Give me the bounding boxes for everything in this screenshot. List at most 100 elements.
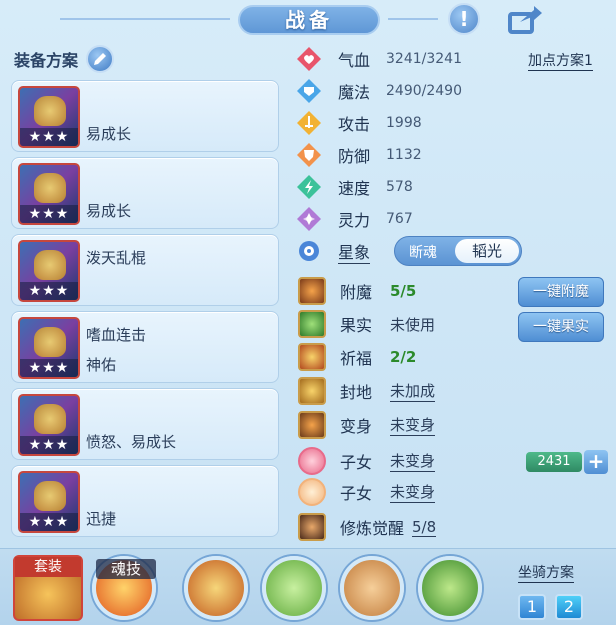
equipment-plan-card[interactable]: ★★★ 迅捷 — [11, 465, 279, 537]
toggle-option-duanhun[interactable]: 断魂 — [409, 242, 437, 262]
add-child-hp-button[interactable]: + — [584, 450, 608, 474]
stat-value: 578 — [386, 179, 413, 195]
star-rating: ★★★ — [20, 282, 78, 300]
status-row-enchant: 附魔 5/5 — [298, 276, 416, 306]
status-value[interactable]: 未加成 — [390, 380, 436, 402]
blessing-icon — [298, 343, 326, 371]
transform-icon — [298, 411, 326, 439]
sword-icon — [296, 110, 322, 136]
status-label: 果实 — [340, 316, 373, 335]
child-icon — [298, 478, 326, 506]
stat-label: 防御 — [338, 147, 371, 166]
plan-skill-text: 神佑 — [86, 356, 117, 374]
stat-row-defense: 防御 1132 — [296, 140, 616, 170]
equipment-plan-header: 装备方案 — [14, 44, 115, 74]
equipment-plan-card[interactable]: ★★★ 嗜血连击 神佑 — [11, 311, 279, 383]
armor-icon — [296, 142, 322, 168]
enchant-icon — [298, 277, 326, 305]
xingxiang-toggle[interactable]: 断魂 韬光 — [394, 236, 522, 266]
territory-icon — [298, 377, 326, 405]
status-label: 修炼觉醒 — [340, 519, 405, 538]
stat-label: 灵力 — [338, 211, 371, 230]
status-value: 未使用 — [390, 315, 436, 334]
equipment-plan-card[interactable]: ★★★ 愤怒、易成长 — [11, 388, 279, 460]
plan-skill-text: 愤怒、易成长 — [86, 433, 177, 451]
star-rating: ★★★ — [20, 128, 78, 146]
plan-skill-text: 泼天乱棍 — [86, 249, 147, 267]
status-value: 2/2 — [390, 348, 417, 366]
fruit-icon — [298, 310, 326, 338]
equipment-plan-card[interactable]: ★★★ 易成长 — [11, 157, 279, 229]
skill-slot-1[interactable] — [184, 556, 248, 620]
status-label: 变身 — [340, 417, 373, 436]
equipment-plan-card[interactable]: ★★★ 易成长 — [11, 80, 279, 152]
status-value[interactable]: 5/8 — [412, 518, 437, 537]
equipment-gem-icon — [34, 404, 66, 434]
status-label: 子女 — [340, 453, 373, 472]
equipment-plan-avatar: ★★★ — [18, 471, 80, 533]
equipment-plan-list: ★★★ 易成长 ★★★ 易成长 ★★★ 泼天乱棍 ★★★ 嗜血连击 神佑 ★★★… — [11, 80, 279, 542]
plan-skill-text: 迅捷 — [86, 510, 117, 528]
stat-row-speed: 速度 578 — [296, 172, 616, 202]
equipment-plan-avatar: ★★★ — [18, 163, 80, 225]
one-click-enchant-button[interactable]: 一键附魔 — [518, 277, 604, 307]
status-row-blessing: 祈福 2/2 — [298, 342, 416, 372]
plan-skill-text: 易成长 — [86, 125, 132, 143]
equipment-gem-icon — [34, 173, 66, 203]
stat-label: 魔法 — [338, 83, 371, 102]
equipment-plan-title: 装备方案 — [14, 51, 79, 70]
share-button[interactable] — [506, 4, 544, 36]
xingxiang-label[interactable]: 星象 — [338, 239, 371, 264]
plan-skill-text: 嗜血连击 — [86, 326, 147, 344]
stat-label: 气血 — [338, 51, 371, 70]
equipment-plan-card[interactable]: ★★★ 泼天乱棍 — [11, 234, 279, 306]
skill-slot-4[interactable] — [418, 556, 482, 620]
status-value: 5/5 — [390, 282, 417, 300]
equipment-gem-icon — [34, 481, 66, 511]
status-row-child-2: 子女 未变身 — [298, 477, 436, 507]
equipment-plan-avatar: ★★★ — [18, 317, 80, 379]
plan-skill-text: 易成长 — [86, 202, 132, 220]
one-click-fruit-button[interactable]: 一键果实 — [518, 312, 604, 342]
equipment-plan-avatar: ★★★ — [18, 394, 80, 456]
edit-plan-button[interactable] — [86, 45, 115, 73]
stat-value: 3241/3241 — [386, 51, 462, 67]
skill-slot-3[interactable] — [340, 556, 404, 620]
toggle-option-taoguang[interactable]: 韬光 — [455, 239, 519, 263]
status-value[interactable]: 未变身 — [390, 450, 436, 472]
status-row-child-1: 子女 未变身 — [298, 446, 436, 476]
equipment-plan-avatar: ★★★ — [18, 86, 80, 148]
shield-mana-icon — [296, 78, 322, 104]
status-row-territory: 封地 未加成 — [298, 376, 436, 406]
status-value[interactable]: 未变身 — [390, 481, 436, 503]
stat-row-attack: 攻击 1998 — [296, 108, 616, 138]
status-label: 附魔 — [340, 283, 373, 302]
mount-plan-1-button[interactable]: 1 — [518, 594, 546, 620]
page-title: 战备 — [238, 5, 380, 35]
help-button[interactable]: ! — [448, 3, 480, 35]
heart-icon — [296, 46, 322, 72]
stat-value: 1132 — [386, 147, 422, 163]
stat-row-spirit: 灵力 767 — [296, 204, 616, 234]
equipment-gem-icon — [34, 96, 66, 126]
equipment-gem-icon — [34, 250, 66, 280]
title-decoration-right — [388, 18, 438, 20]
status-row-transform: 变身 未变身 — [298, 410, 436, 440]
star-rating: ★★★ — [20, 436, 78, 454]
mount-plan-title: 坐骑方案 — [518, 562, 574, 583]
star-rating: ★★★ — [20, 205, 78, 223]
stat-row-hp: 气血 3241/3241 — [296, 44, 616, 74]
cultivation-icon — [298, 513, 326, 541]
status-value[interactable]: 未变身 — [390, 414, 436, 436]
stat-value: 1998 — [386, 115, 422, 131]
mount-plan-2-button[interactable]: 2 — [555, 594, 583, 620]
status-label: 祈福 — [340, 349, 373, 368]
suit-button[interactable]: 套装 — [13, 555, 83, 621]
stat-value: 2490/2490 — [386, 83, 462, 99]
soul-skill-label: 魂技 — [96, 559, 156, 579]
title-bar: 战备 ! — [0, 0, 616, 40]
skill-slot-2[interactable] — [262, 556, 326, 620]
title-decoration-left — [60, 18, 230, 20]
share-icon — [508, 6, 542, 34]
spirit-icon — [296, 206, 322, 232]
